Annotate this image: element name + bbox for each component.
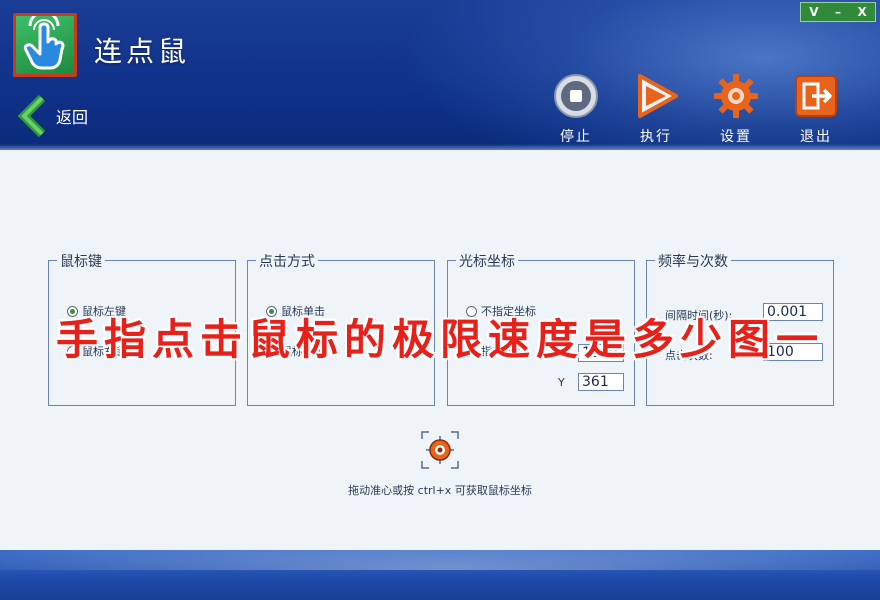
exit-button[interactable]: 退出 xyxy=(786,72,846,146)
group-title: 频率与次数 xyxy=(655,251,731,271)
crosshair-icon xyxy=(421,431,459,469)
close-button[interactable]: X xyxy=(857,5,866,19)
chevron-left-icon xyxy=(18,94,46,138)
title-bar: 连点鼠 返回 停止 执行 设置 退出 V – X xyxy=(0,0,880,150)
window-controls: V – X xyxy=(800,2,876,22)
play-icon xyxy=(638,74,678,118)
y-coord-input[interactable]: 361 xyxy=(578,373,624,391)
crosshair-target[interactable] xyxy=(420,430,460,470)
group-title: 点击方式 xyxy=(256,251,318,271)
back-label: 返回 xyxy=(56,108,89,127)
back-button[interactable]: 返回 xyxy=(18,94,88,138)
exit-icon xyxy=(795,75,837,117)
exit-label: 退出 xyxy=(800,129,832,145)
overlay-caption: 手指点击鼠标的极限速度是多少图一 xyxy=(55,315,824,364)
minimize-button[interactable]: – xyxy=(835,5,841,19)
stop-icon xyxy=(554,74,598,118)
settings-label: 设置 xyxy=(720,129,752,145)
settings-button[interactable]: 设置 xyxy=(706,72,766,146)
crosshair-hint: 拖动准心或按 ctrl+x 可获取鼠标坐标 xyxy=(348,484,532,497)
group-title: 鼠标键 xyxy=(57,251,105,271)
y-label: Y xyxy=(558,376,565,389)
group-title: 光标坐标 xyxy=(456,251,518,271)
app-title: 连点鼠 xyxy=(94,35,191,68)
minimize-to-tray-button[interactable]: V xyxy=(809,5,818,19)
stop-label: 停止 xyxy=(560,129,592,145)
app-logo xyxy=(13,10,77,77)
execute-button[interactable]: 执行 xyxy=(626,72,686,146)
stop-button[interactable]: 停止 xyxy=(546,72,606,146)
gear-icon xyxy=(714,74,758,118)
hand-cursor-icon xyxy=(23,10,65,70)
footer-bar xyxy=(0,550,880,600)
execute-label: 执行 xyxy=(640,129,672,145)
